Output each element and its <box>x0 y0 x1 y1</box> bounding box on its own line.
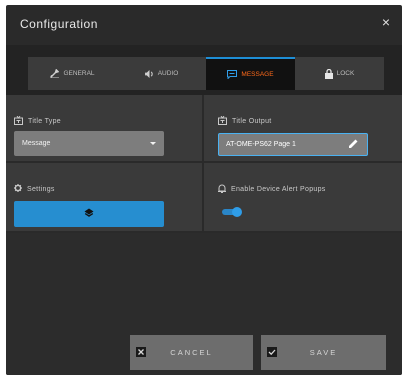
save-label: SAVE <box>309 348 338 357</box>
alerts-toggle[interactable] <box>222 207 242 217</box>
title-output-value: AT-OME-PS62 Page 1 <box>226 141 296 148</box>
dialog-header: Configuration × <box>6 5 402 45</box>
alert-icon <box>218 184 226 195</box>
title-output-input[interactable]: AT-OME-PS62 Page 1 <box>218 133 368 156</box>
settings-label-row: Settings <box>14 184 55 194</box>
alerts-label: Enable Device Alert Popups <box>231 186 326 193</box>
title-icon <box>218 115 227 127</box>
alerts-panel <box>204 163 402 231</box>
title-output-label: Title Output <box>232 118 272 125</box>
toggle-knob <box>232 207 242 217</box>
wrench-icon <box>50 69 60 78</box>
title-output-label-row: Title Output <box>218 115 272 127</box>
tab-message-label: MESSAGE <box>241 71 274 78</box>
title-type-label: Title Type <box>28 118 61 125</box>
tab-audio[interactable]: AUDIO <box>117 57 206 90</box>
tab-general[interactable]: GENERAL <box>28 57 117 90</box>
tab-message[interactable]: MESSAGE <box>206 57 295 90</box>
message-icon <box>227 70 238 79</box>
save-button[interactable]: SAVE <box>261 335 386 370</box>
tab-bar: GENERAL AUDIO MESSAGE LOCK <box>6 45 402 95</box>
title-type-label-row: Title Type <box>14 115 61 127</box>
title-icon <box>14 115 23 127</box>
tab-lock[interactable]: LOCK <box>295 57 384 90</box>
dialog-title: Configuration <box>20 17 98 31</box>
configuration-dialog: Configuration × GENERAL AUDIO MESSAGE LO… <box>6 5 402 375</box>
tab-lock-label: LOCK <box>336 70 355 77</box>
settings-label: Settings <box>27 185 55 193</box>
close-icon[interactable]: × <box>382 15 390 29</box>
tab-general-label: GENERAL <box>63 70 95 77</box>
layers-icon <box>84 205 94 223</box>
cancel-button[interactable]: CANCEL <box>130 335 253 370</box>
gear-icon <box>14 184 22 194</box>
cancel-label: CANCEL <box>170 348 213 357</box>
lock-icon <box>324 68 333 79</box>
tab-audio-label: AUDIO <box>157 70 179 77</box>
chevron-down-icon <box>150 142 156 145</box>
settings-button[interactable] <box>14 201 164 227</box>
pencil-icon[interactable] <box>348 138 359 151</box>
title-type-select[interactable]: Message <box>14 131 164 156</box>
alerts-label-row: Enable Device Alert Popups <box>218 184 326 195</box>
speaker-icon <box>144 69 154 78</box>
title-type-value: Message <box>22 140 51 147</box>
